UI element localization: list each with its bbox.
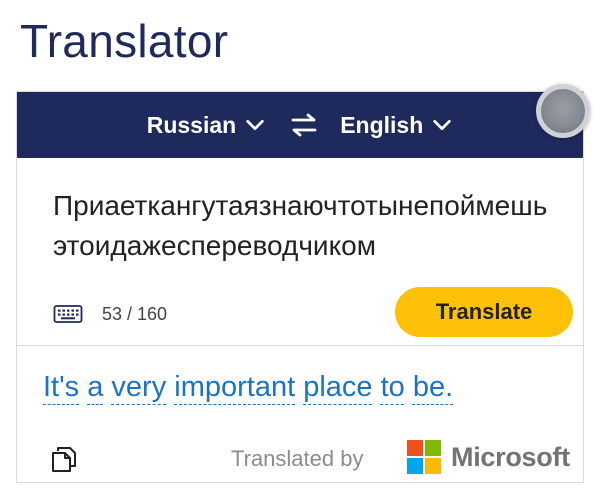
copy-icon[interactable]: [49, 444, 79, 474]
target-language-label: English: [340, 111, 424, 138]
result-word[interactable]: important: [174, 371, 295, 403]
character-count: 53 / 160: [102, 304, 168, 324]
page-title: Translator: [20, 15, 229, 67]
source-language-label: Russian: [146, 111, 237, 138]
chevron-down-icon: [246, 119, 264, 131]
floating-assistive-button[interactable]: [536, 84, 590, 138]
divider: [17, 345, 583, 346]
keyboard-icon[interactable]: [53, 303, 83, 325]
target-language-select[interactable]: English: [340, 112, 453, 139]
source-text[interactable]: Приаеткангутаязнаючтотынепоймешьэтоидаже…: [53, 186, 553, 284]
translator-card: Russian English Приаеткангутаязнаючтотын…: [16, 91, 584, 483]
language-bar: Russian English: [17, 92, 583, 158]
translate-button[interactable]: Translate: [395, 287, 573, 337]
source-language-select[interactable]: Russian: [147, 112, 266, 139]
translated-by-label: Translated by: [231, 446, 364, 471]
result-word[interactable]: very: [111, 371, 166, 403]
microsoft-logo-icon: [407, 440, 441, 474]
result-word[interactable]: It's: [43, 371, 79, 403]
translation-result: It's a very important place to be.: [43, 371, 453, 404]
result-word[interactable]: place: [303, 371, 372, 403]
result-word[interactable]: to: [381, 371, 405, 403]
provider-name: Microsoft: [451, 442, 570, 472]
chevron-down-icon: [433, 119, 451, 131]
swap-arrows-icon[interactable]: [290, 113, 318, 137]
result-word[interactable]: be.: [413, 371, 453, 403]
source-input-area[interactable]: Приаеткангутаязнаючтотынепоймешьэтоидаже…: [17, 158, 583, 342]
result-word[interactable]: a: [87, 371, 103, 403]
